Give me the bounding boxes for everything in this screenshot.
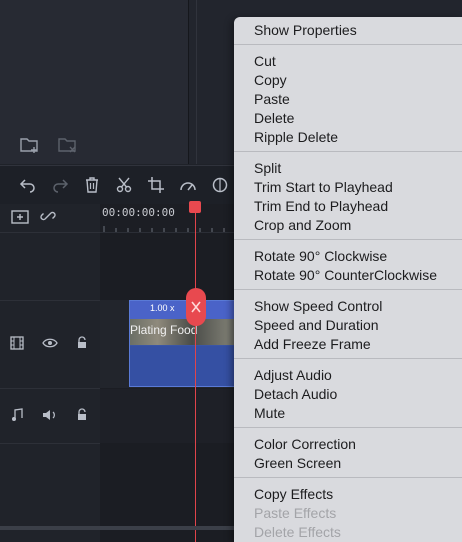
color-icon[interactable] bbox=[210, 175, 230, 195]
speed-icon[interactable] bbox=[178, 175, 198, 195]
add-track-icon[interactable] bbox=[10, 207, 32, 225]
music-note-icon bbox=[8, 406, 26, 424]
menu-item-rotate-90-counterclockwise[interactable]: Rotate 90° CounterClockwise bbox=[254, 266, 437, 285]
menu-item-green-screen[interactable]: Green Screen bbox=[254, 454, 341, 473]
playhead-line[interactable] bbox=[195, 210, 196, 542]
menu-item-show-speed-control[interactable]: Show Speed Control bbox=[254, 297, 382, 316]
playhead-marker[interactable] bbox=[189, 201, 201, 213]
trash-icon[interactable] bbox=[82, 175, 102, 195]
menu-item-paste-effects: Paste Effects bbox=[254, 505, 337, 521]
menu-separator bbox=[234, 358, 462, 359]
menu-item-delete[interactable]: Delete bbox=[254, 109, 294, 128]
menu-item-delete-effects: Delete Effects bbox=[254, 524, 341, 540]
lock-icon[interactable] bbox=[74, 334, 90, 352]
menu-item-ripple-delete[interactable]: Ripple Delete bbox=[254, 128, 338, 147]
scissors-icon bbox=[191, 301, 201, 313]
playhead-split-handle[interactable] bbox=[186, 288, 206, 326]
menu-item-add-freeze-frame[interactable]: Add Freeze Frame bbox=[254, 335, 371, 354]
menu-item-color-correction[interactable]: Color Correction bbox=[254, 435, 356, 454]
link-icon[interactable] bbox=[38, 207, 58, 225]
menu-separator bbox=[234, 289, 462, 290]
menu-separator bbox=[234, 239, 462, 240]
menu-item-copy-effects[interactable]: Copy Effects bbox=[254, 485, 333, 504]
menu-item-crop-and-zoom[interactable]: Crop and Zoom bbox=[254, 216, 351, 235]
timecode: 00:00:00:00 bbox=[102, 206, 175, 219]
delete-folder-icon[interactable] bbox=[56, 134, 80, 156]
menu-separator bbox=[234, 427, 462, 428]
menu-item-copy[interactable]: Copy bbox=[254, 71, 287, 90]
clip-title: Plating Food bbox=[130, 323, 198, 337]
menu-item-adjust-audio[interactable]: Adjust Audio bbox=[254, 366, 332, 385]
preview-divider bbox=[196, 0, 197, 164]
track-headers bbox=[0, 204, 100, 542]
lock-icon[interactable] bbox=[74, 406, 90, 424]
redo-icon[interactable] bbox=[50, 175, 70, 195]
menu-item-trim-start-to-playhead[interactable]: Trim Start to Playhead bbox=[254, 178, 393, 197]
menu-item-detach-audio[interactable]: Detach Audio bbox=[254, 385, 337, 404]
film-icon bbox=[8, 334, 26, 352]
menu-item-split[interactable]: Split bbox=[254, 159, 281, 178]
menu-item-rotate-90-clockwise[interactable]: Rotate 90° Clockwise bbox=[254, 247, 387, 266]
menu-item-speed-and-duration[interactable]: Speed and Duration bbox=[254, 316, 379, 335]
menu-item-cut[interactable]: Cut bbox=[254, 52, 276, 71]
menu-separator bbox=[234, 477, 462, 478]
undo-icon[interactable] bbox=[18, 175, 38, 195]
menu-separator bbox=[234, 44, 462, 45]
eye-icon[interactable] bbox=[40, 334, 60, 352]
speaker-icon[interactable] bbox=[40, 406, 60, 424]
new-folder-icon[interactable] bbox=[18, 134, 42, 156]
menu-item-mute[interactable]: Mute bbox=[254, 404, 285, 423]
menu-item-trim-end-to-playhead[interactable]: Trim End to Playhead bbox=[254, 197, 388, 216]
menu-item-paste[interactable]: Paste bbox=[254, 90, 290, 109]
scissors-icon[interactable] bbox=[114, 175, 134, 195]
clip-speed-label: 1.00 x bbox=[150, 303, 175, 313]
context-menu: Show Properties Cut Copy Paste Delete Ripple … bbox=[234, 17, 462, 542]
menu-separator bbox=[234, 151, 462, 152]
crop-icon[interactable] bbox=[146, 175, 166, 195]
menu-item-show-properties[interactable]: Show Properties bbox=[254, 21, 357, 40]
